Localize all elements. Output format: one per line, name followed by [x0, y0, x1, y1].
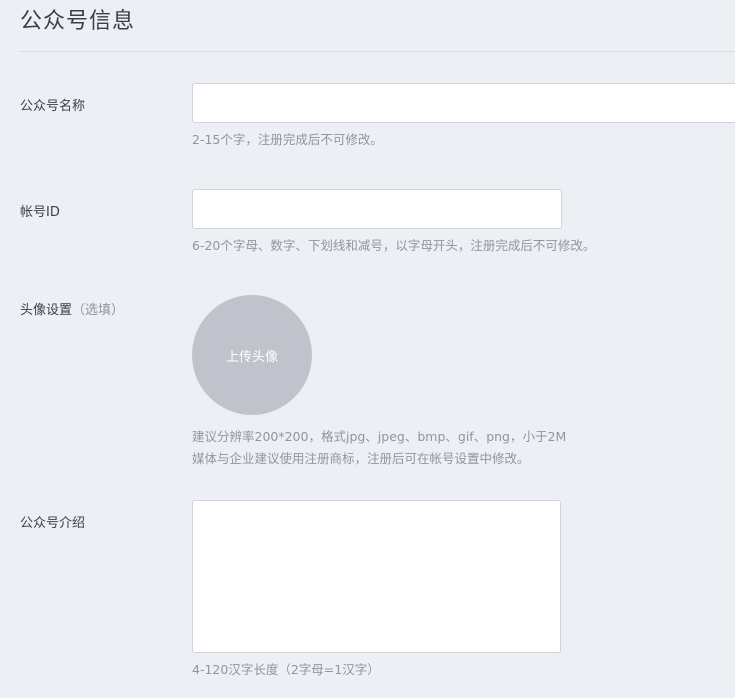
upload-avatar-label: 上传头像: [225, 349, 278, 365]
name-label: 公众号名称: [20, 99, 86, 114]
avatar-hint-trademark: 媒体与企业建议使用注册商标，注册后可在帐号设置中修改。: [192, 451, 530, 466]
title-divider: [20, 51, 735, 52]
avatar-label: 头像设置（选填）: [20, 299, 124, 318]
name-input[interactable]: [192, 83, 735, 123]
avatar-hint-resolution: 建议分辨率200*200，格式jpg、jpeg、bmp、gif、png，小于2M: [192, 429, 567, 444]
intro-hint: 4-120汉字长度（2字母=1汉字）: [192, 662, 380, 677]
avatar-label-text: 头像设置: [20, 303, 73, 318]
name-hint: 2-15个字，注册完成后不可修改。: [192, 132, 383, 147]
intro-textarea[interactable]: [192, 500, 561, 653]
account-id-hint: 6-20个字母、数字、下划线和减号，以字母开头，注册完成后不可修改。: [192, 238, 596, 253]
account-id-label: 帐号ID: [20, 205, 60, 220]
account-info-form: 公众号信息 公众号名称 2-15个字，注册完成后不可修改。 帐号ID 6-20个…: [0, 0, 735, 698]
intro-label: 公众号介绍: [20, 516, 86, 531]
upload-avatar-button[interactable]: 上传头像: [192, 295, 312, 415]
avatar-optional-tag: （选填）: [72, 303, 125, 318]
page-title: 公众号信息: [20, 9, 136, 34]
account-id-input[interactable]: [192, 189, 562, 229]
